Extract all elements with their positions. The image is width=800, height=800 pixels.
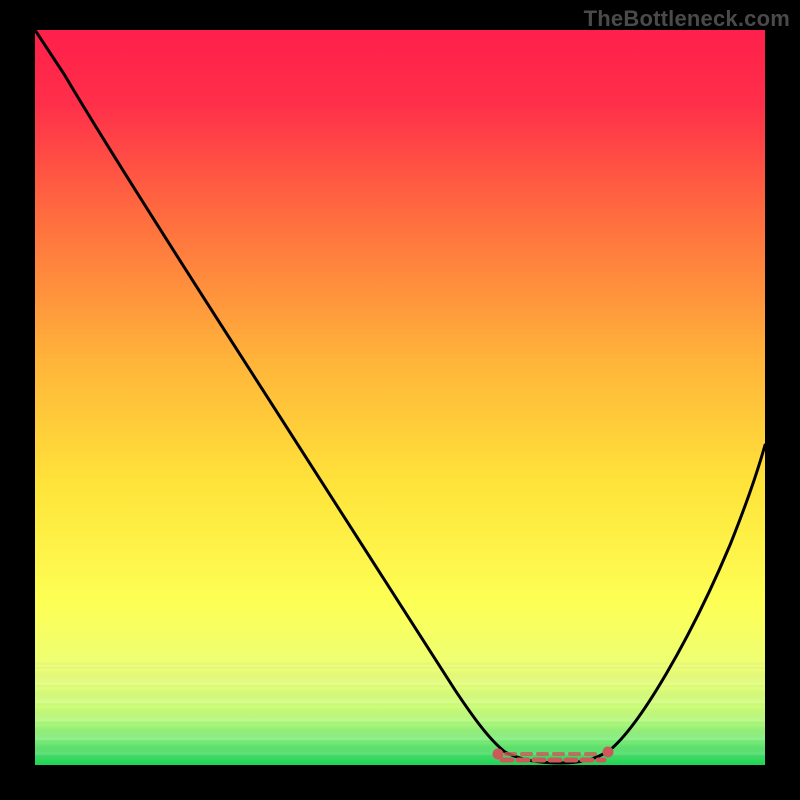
chart-frame: TheBottleneck.com	[0, 0, 800, 800]
optimal-range-marker-start-dot	[493, 749, 503, 759]
plot-area	[35, 30, 765, 765]
optimal-range-marker-end-dot	[603, 747, 613, 757]
watermark-text: TheBottleneck.com	[584, 6, 790, 32]
bottleneck-chart	[0, 0, 800, 800]
heat-banding-overlay	[35, 30, 765, 765]
